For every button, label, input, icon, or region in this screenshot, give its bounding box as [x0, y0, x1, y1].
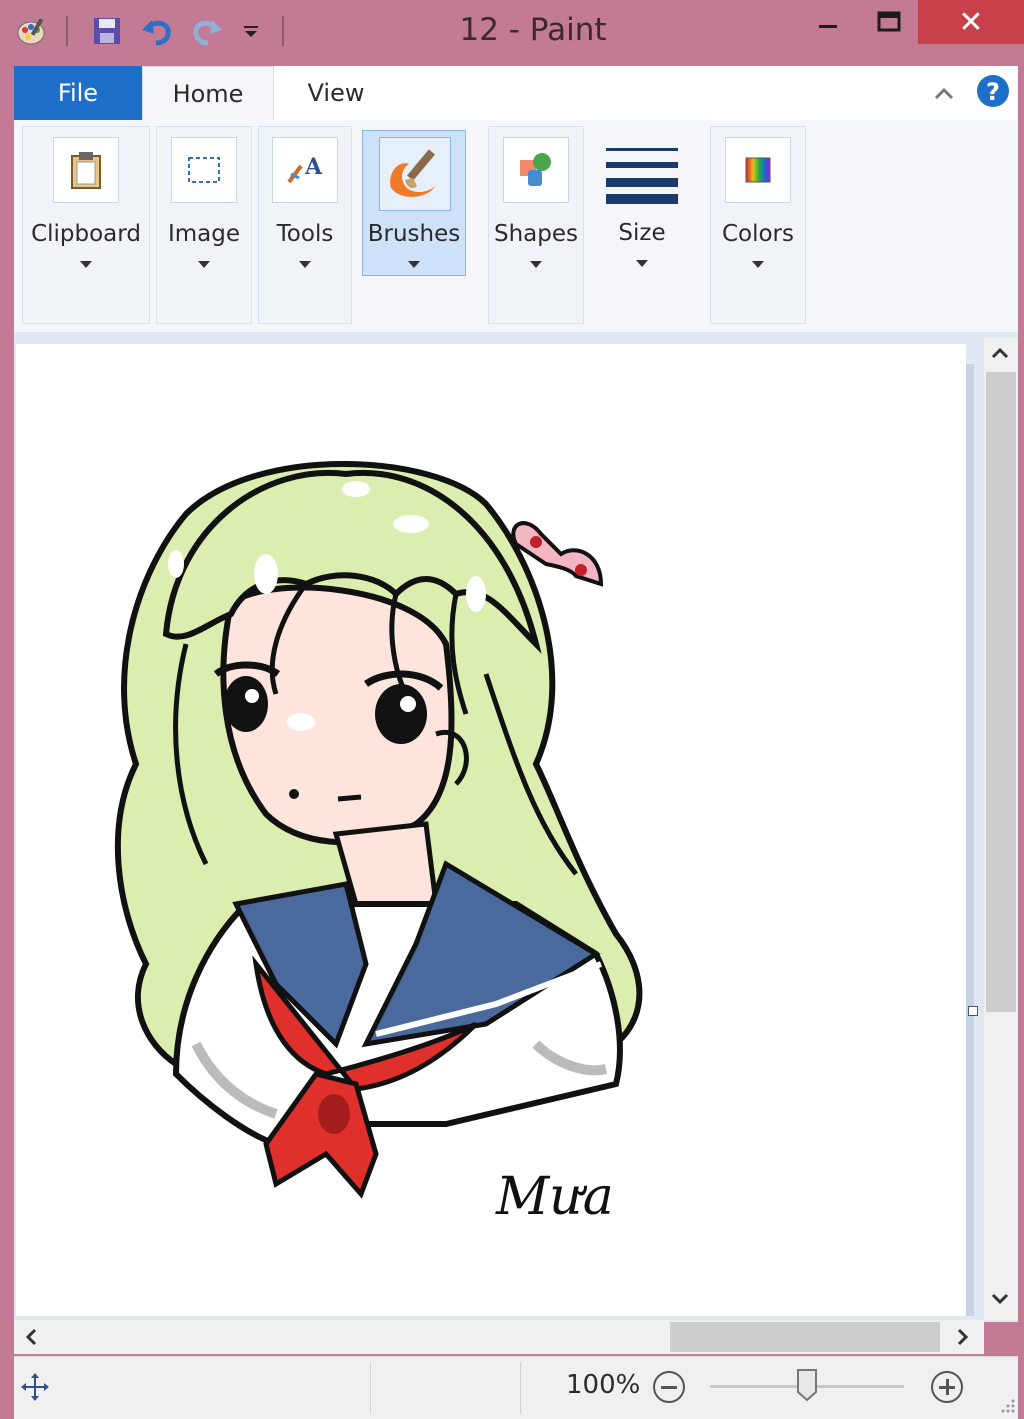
group-clipboard[interactable]: Clipboard	[22, 126, 150, 324]
close-button[interactable]: ✕	[918, 0, 1024, 44]
chevron-down-icon	[636, 260, 648, 267]
signature: Mưa	[495, 1167, 614, 1227]
clipboard-icon	[53, 137, 119, 203]
group-label: Colors	[721, 221, 795, 247]
brush-icon	[379, 137, 451, 211]
chevron-down-icon	[299, 261, 311, 268]
chevron-down-icon	[752, 261, 764, 268]
canvas-shadow	[966, 364, 974, 1316]
zoom-in-button[interactable]	[930, 1370, 964, 1404]
canvas-resize-handle[interactable]	[968, 1006, 978, 1016]
group-colors[interactable]: Colors	[710, 126, 806, 324]
scroll-down-icon[interactable]	[988, 1286, 1012, 1310]
zoom-level: 100%	[566, 1370, 641, 1400]
size-icon	[604, 138, 680, 206]
chevron-down-icon	[530, 261, 542, 268]
group-label: Shapes	[493, 221, 578, 247]
select-icon	[171, 137, 237, 203]
minimize-button[interactable]	[804, 0, 852, 44]
scroll-right-icon[interactable]	[950, 1325, 974, 1349]
zoom-out-button[interactable]	[652, 1370, 686, 1404]
chevron-down-icon	[408, 261, 420, 268]
status-divider	[370, 1362, 371, 1414]
chevron-down-icon	[80, 261, 92, 268]
scroll-left-icon[interactable]	[20, 1325, 44, 1349]
vertical-scroll-thumb[interactable]	[986, 372, 1016, 1012]
group-brushes[interactable]: Brushes	[362, 130, 466, 276]
maximize-button[interactable]	[862, 0, 916, 44]
group-label: Tools	[276, 221, 334, 247]
group-label: Clipboard	[31, 221, 141, 247]
group-shapes[interactable]: Shapes	[488, 126, 584, 324]
zoom-slider-thumb[interactable]	[796, 1368, 818, 1402]
group-tools[interactable]: A Tools	[258, 126, 352, 324]
drawing-canvas[interactable]: Mưa	[16, 344, 966, 1316]
tab-home[interactable]: Home	[142, 66, 274, 121]
group-label: Image	[167, 221, 241, 247]
move-cursor-icon	[20, 1372, 50, 1402]
group-size[interactable]: Size	[590, 126, 694, 324]
scroll-up-icon[interactable]	[988, 342, 1012, 366]
shapes-icon	[503, 137, 569, 203]
svg-text:A: A	[304, 154, 323, 180]
tab-view[interactable]: View	[276, 66, 396, 120]
colors-icon	[725, 137, 791, 203]
group-label: Brushes	[367, 221, 461, 247]
anime-girl-drawing: Mưa	[114, 461, 643, 1227]
minimize-ribbon-icon[interactable]	[930, 80, 958, 108]
tab-file[interactable]: File	[14, 66, 142, 120]
svg-text:?: ?	[986, 78, 1000, 106]
resize-grip-icon[interactable]	[998, 1396, 1016, 1414]
chevron-down-icon	[198, 261, 210, 268]
close-icon: ✕	[958, 4, 984, 40]
group-label: Size	[618, 220, 666, 246]
tools-icon: A	[272, 137, 338, 203]
help-icon[interactable]: ?	[976, 74, 1010, 108]
horizontal-scroll-thumb[interactable]	[670, 1322, 940, 1352]
group-image[interactable]: Image	[156, 126, 252, 324]
status-divider	[520, 1362, 521, 1414]
